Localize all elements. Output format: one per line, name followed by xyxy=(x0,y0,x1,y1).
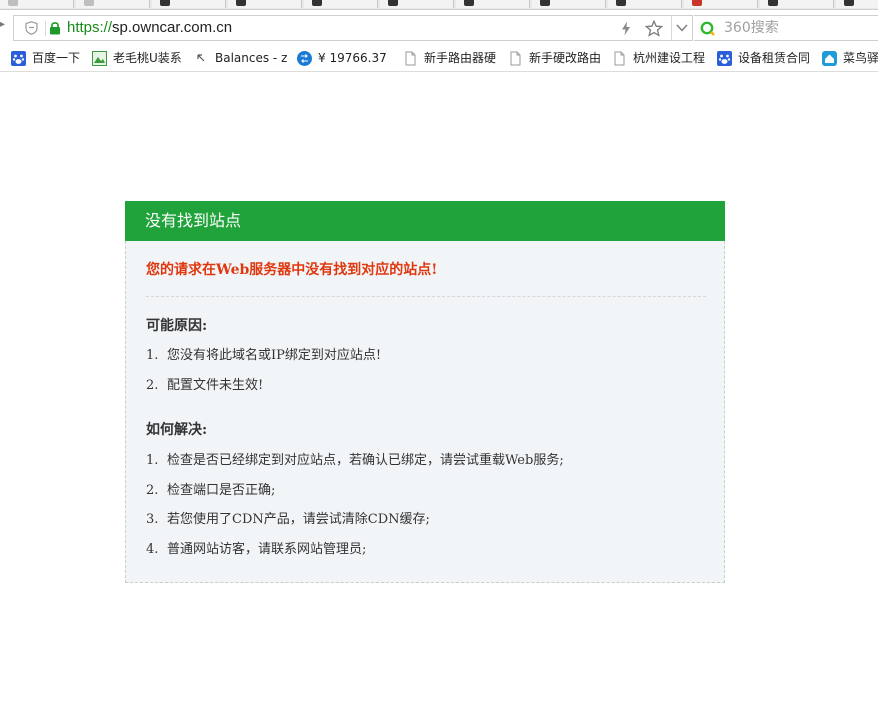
tab-favicon-icon xyxy=(768,0,778,6)
page-icon xyxy=(510,51,521,66)
bookmarks-bar: 百度一下 老毛桃U装系 Balances - z ¥ 19766.37 新手路由… xyxy=(0,46,878,72)
item-text: 配置文件未生效! xyxy=(167,378,264,393)
item-number: 1. xyxy=(146,453,159,468)
tab-favicon-icon xyxy=(692,0,702,6)
page-title: 没有找到站点 xyxy=(145,211,242,230)
solution-item: 1. 检查是否已经绑定到对应站点，若确认已绑定，请尝试重载Web服务; xyxy=(146,451,564,471)
solution-item: 2. 检查端口是否正确; xyxy=(146,481,275,501)
address-separator xyxy=(45,21,46,36)
tab-favicon-icon xyxy=(464,0,474,6)
address-bar[interactable]: https://sp.owncar.com.cn xyxy=(13,15,693,41)
browser-tab[interactable] xyxy=(152,0,226,8)
browser-tab[interactable] xyxy=(228,0,302,8)
lightning-icon[interactable] xyxy=(621,21,631,36)
panel-header: 没有找到站点 xyxy=(125,201,725,241)
browser-tab[interactable] xyxy=(684,0,758,8)
bookmark-label: 老毛桃U装系 xyxy=(113,51,182,65)
tab-favicon-icon xyxy=(540,0,550,6)
chevron-down-icon[interactable] xyxy=(676,24,688,32)
page-icon xyxy=(614,51,625,66)
causes-heading: 可能原因: xyxy=(146,318,208,334)
tab-favicon-icon xyxy=(616,0,626,6)
search-input[interactable]: 360搜索 xyxy=(724,20,779,37)
bookmark-label: 设备租赁合同 xyxy=(738,51,811,65)
item-number: 2. xyxy=(146,483,159,498)
browser-tab[interactable] xyxy=(0,0,74,8)
bookmark-label: Balances - z xyxy=(215,51,288,65)
tab-favicon-icon xyxy=(84,0,94,6)
baidu-paw-icon xyxy=(717,51,732,66)
solution-item: 3. 若您使用了CDN产品，请尝试清除CDN缓存; xyxy=(146,510,430,530)
tab-strip xyxy=(0,0,878,10)
address-toolbar: ▸ https://sp.owncar.com.cn 360搜索 xyxy=(0,10,878,46)
bookmark-label: 杭州建设工程 xyxy=(633,51,706,65)
browser-tab[interactable] xyxy=(456,0,530,8)
solution-item: 4. 普通网站访客，请联系网站管理员; xyxy=(146,540,366,560)
cause-item: 2. 配置文件未生效! xyxy=(146,376,263,396)
cursor-icon xyxy=(197,54,205,62)
item-text: 检查是否已经绑定到对应站点，若确认已绑定，请尝试重载Web服务; xyxy=(167,453,564,468)
bookmark-label: 新手路由器硬 xyxy=(424,51,497,65)
item-number: 2. xyxy=(146,378,159,393)
browser-tab[interactable] xyxy=(76,0,150,8)
tab-favicon-icon xyxy=(844,0,854,6)
exchange-icon xyxy=(297,51,312,66)
browser-tab[interactable] xyxy=(532,0,606,8)
tab-favicon-icon xyxy=(8,0,18,6)
error-panel: 没有找到站点 您的请求在Web服务器中没有找到对应的站点! 可能原因: 1. 您没… xyxy=(125,201,725,583)
item-text: 您没有将此域名或IP绑定到对应站点! xyxy=(167,348,382,363)
image-icon xyxy=(92,51,107,66)
tab-favicon-icon xyxy=(388,0,398,6)
item-number: 4. xyxy=(146,542,159,557)
url-text[interactable]: https://sp.owncar.com.cn xyxy=(67,19,232,37)
item-text: 检查端口是否正确; xyxy=(167,483,276,498)
star-icon[interactable] xyxy=(645,20,663,37)
panel-body: 您的请求在Web服务器中没有找到对应的站点! 可能原因: 1. 您没有将此域名或I… xyxy=(125,241,725,583)
lock-icon[interactable] xyxy=(49,21,61,35)
solutions-heading: 如何解决: xyxy=(146,422,208,438)
browser-tab[interactable] xyxy=(304,0,378,8)
baidu-paw-icon xyxy=(11,51,26,66)
item-text: 若您使用了CDN产品，请尝试清除CDN缓存; xyxy=(167,512,430,527)
search-box[interactable]: 360搜索 xyxy=(694,15,878,41)
bookmark-label: ¥ 19766.37 xyxy=(318,51,387,65)
url-host: sp.owncar.com.cn xyxy=(112,19,233,36)
dropdown-separator xyxy=(671,16,672,40)
page-icon xyxy=(405,51,416,66)
tab-favicon-icon xyxy=(236,0,246,6)
browser-tab[interactable] xyxy=(760,0,834,8)
tab-favicon-icon xyxy=(160,0,170,6)
bookmark-label: 新手硬改路由 xyxy=(529,51,602,65)
tab-favicon-icon xyxy=(312,0,322,6)
cause-item: 1. 您没有将此域名或IP绑定到对应站点! xyxy=(146,346,381,366)
browser-tab[interactable] xyxy=(608,0,682,8)
search-engine-icon xyxy=(700,21,715,36)
bookmark-label: 百度一下 xyxy=(32,51,81,65)
item-number: 1. xyxy=(146,348,159,363)
home-icon xyxy=(822,51,837,66)
item-number: 3. xyxy=(146,512,159,527)
browser-tab[interactable] xyxy=(836,0,878,8)
bookmark-label: 菜鸟驿 xyxy=(843,51,878,65)
browser-tab[interactable] xyxy=(380,0,454,8)
shield-icon[interactable] xyxy=(25,21,38,35)
url-scheme: https:// xyxy=(67,19,113,36)
divider xyxy=(146,296,706,297)
error-headline: 您的请求在Web服务器中没有找到对应的站点! xyxy=(146,262,438,278)
back-chevron-icon[interactable]: ▸ xyxy=(0,20,6,30)
item-text: 普通网站访客，请联系网站管理员; xyxy=(167,542,367,557)
